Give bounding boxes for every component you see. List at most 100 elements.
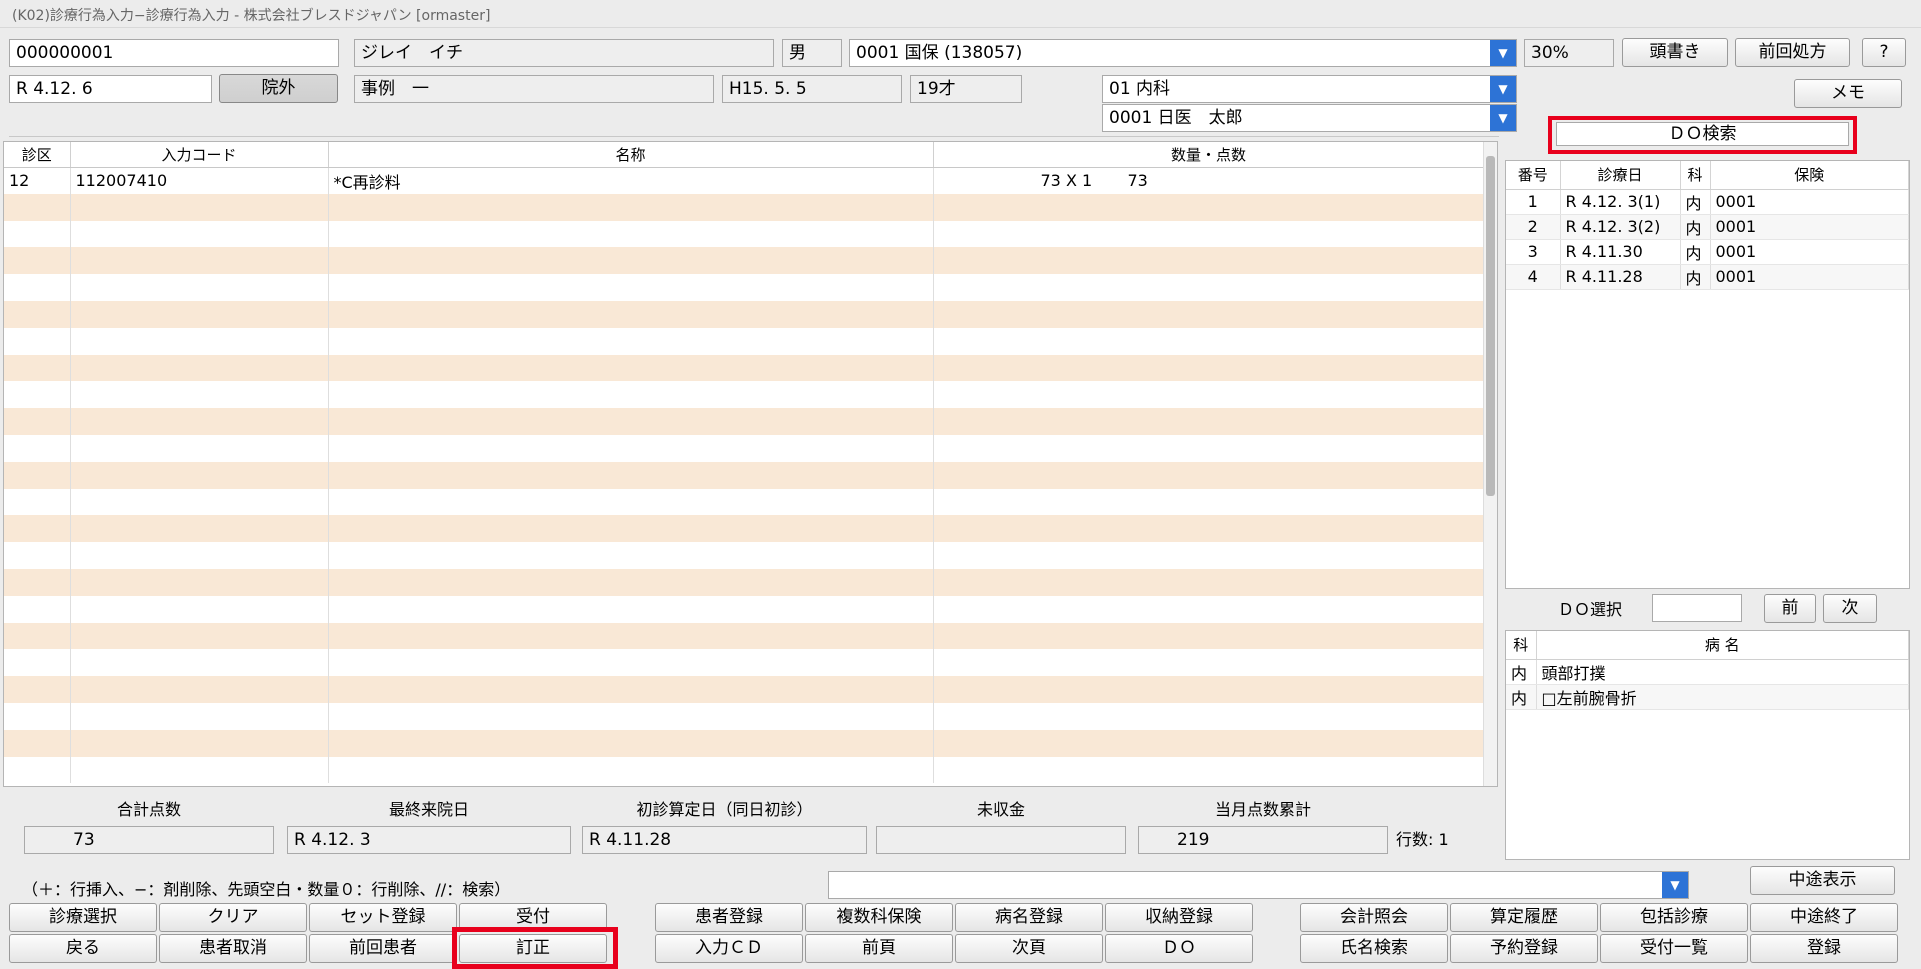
footer-btn-hokatsu-shinryo[interactable]: 包括診療 [1600, 903, 1748, 932]
footer-btn-byomei-touroku[interactable]: 病名登録 [955, 903, 1103, 932]
column-header: 番号 [1506, 161, 1561, 190]
footer-btn-kanja-torikeshi[interactable]: 患者取消 [159, 934, 307, 963]
column-header: 科 [1680, 161, 1711, 190]
row-hoken: 0001 [1710, 189, 1909, 215]
table-row[interactable]: 12 112007410 *C再診料 73 X 1 73 [4, 167, 1485, 194]
separator [9, 136, 1499, 137]
row-name[interactable]: *C再診料 [328, 167, 934, 194]
footer-btn-set-touroku[interactable]: セット登録 [309, 903, 457, 932]
doctor-value: 0001 日医 太郎 [1109, 108, 1243, 128]
row-qty-points[interactable]: 73 X 1 73 [933, 167, 1485, 194]
disease-table[interactable]: 科 病 名 内 頭部打撲 内 □左前腕骨折 [1505, 630, 1910, 860]
footer-btn-nyuryoku-cd[interactable]: 入力ＣＤ [655, 934, 803, 963]
window-title: (K02)診療行為入力−診療行為入力 - 株式会社ブレスドジャパン [ormas… [0, 0, 1921, 28]
do-search-field[interactable]: ＤＯ検索 [1556, 122, 1849, 146]
row-ka: 内 [1680, 239, 1711, 265]
footer-btn-uketsuke-ichiran[interactable]: 受付一覧 [1600, 934, 1748, 963]
footer-btn-yoyaku-touroku[interactable]: 予約登録 [1450, 934, 1598, 963]
footer-btn-kanja-touroku[interactable]: 患者登録 [655, 903, 803, 932]
footer-btn-shimei-kensaku[interactable]: 氏名検索 [1300, 934, 1448, 963]
outside-prescription-toggle[interactable]: 院外 [219, 74, 338, 103]
patient-sex: 男 [782, 39, 842, 67]
month-points-label: 当月点数累計 [1214, 800, 1311, 819]
row-date: R 4.11.28 [1560, 264, 1681, 290]
table-row[interactable]: 内 □左前腕骨折 [1506, 684, 1909, 710]
do-next-button[interactable]: 次 [1823, 594, 1877, 623]
row-ka: 内 [1680, 214, 1711, 240]
command-select[interactable]: ▼ [828, 871, 1689, 899]
table-row[interactable]: 3 R 4.11.30 内 0001 [1506, 239, 1909, 265]
footer-btn-touroku[interactable]: 登録 [1750, 934, 1898, 963]
column-header: 診区 [4, 142, 71, 168]
month-points-value: 219 [1138, 826, 1388, 854]
total-points-value: 73 [24, 826, 274, 854]
do-prev-button[interactable]: 前 [1764, 594, 1816, 623]
row-qty: 73 X 1 [1040, 171, 1093, 191]
footer-btn-kaikei-shokai[interactable]: 会計照会 [1300, 903, 1448, 932]
last-visit-value: R 4.12. 3 [287, 826, 571, 854]
footer-btn-next-page[interactable]: 次頁 [955, 934, 1103, 963]
table-row[interactable]: 1 R 4.12. 3(1) 内 0001 [1506, 189, 1909, 215]
scrollbar-thumb[interactable] [1486, 156, 1495, 496]
medical-act-grid[interactable]: 診区 入力コード 名称 数量・点数 12 112007410 *C再診料 73 … [3, 141, 1498, 787]
row-code[interactable]: 112007410 [70, 167, 329, 194]
footer-btn-do[interactable]: ＤＯ [1105, 934, 1253, 963]
chevron-down-icon[interactable]: ▼ [1662, 872, 1688, 898]
do-history-table[interactable]: 番号 診療日 科 保険 1 R 4.12. 3(1) 内 0001 2 R 4.… [1505, 160, 1910, 589]
column-header: 入力コード [70, 142, 329, 168]
patient-id-input[interactable]: 000000001 [9, 39, 339, 67]
patient-age: 19才 [910, 75, 1022, 103]
chevron-down-icon[interactable]: ▼ [1490, 76, 1516, 102]
footer-btn-shuno-touroku[interactable]: 収納登録 [1105, 903, 1253, 932]
footer-btn-santei-rireki[interactable]: 算定履歴 [1450, 903, 1598, 932]
row-no: 1 [1506, 189, 1561, 215]
row-no: 4 [1506, 264, 1561, 290]
footer-btn-back[interactable]: 戻る [9, 934, 157, 963]
help-button[interactable]: ? [1862, 38, 1906, 67]
department-select[interactable]: 01 内科 ▼ [1102, 75, 1517, 103]
footer-btn-shinryo-sentaku[interactable]: 診療選択 [9, 903, 157, 932]
midway-display-button[interactable]: 中途表示 [1750, 866, 1895, 895]
input-hint: （＋：行挿入、−：剤削除、先頭空白・数量０：行削除、//：検索） [22, 880, 511, 899]
footer-btn-clear[interactable]: クリア [159, 903, 307, 932]
previous-prescription-button[interactable]: 前回処方 [1735, 38, 1850, 67]
row-date: R 4.12. 3(2) [1560, 214, 1681, 240]
footer-btn-chuto-shuryo[interactable]: 中途終了 [1750, 903, 1898, 932]
column-header: 名称 [328, 142, 934, 168]
unpaid-label: 未収金 [976, 800, 1025, 819]
patient-kanji-name: 事例 一 [354, 75, 714, 103]
row-no: 3 [1506, 239, 1561, 265]
table-row[interactable]: 2 R 4.12. 3(2) 内 0001 [1506, 214, 1909, 240]
insurance-select[interactable]: 0001 国保 (138057) ▼ [849, 39, 1517, 67]
column-header: 科 [1506, 631, 1537, 660]
row-hoken: 0001 [1710, 239, 1909, 265]
footer-btn-prev-page[interactable]: 前頁 [805, 934, 953, 963]
unpaid-value [876, 826, 1126, 854]
do-select-input[interactable] [1652, 594, 1742, 622]
doctor-select[interactable]: 0001 日医 太郎 ▼ [1102, 104, 1517, 132]
row-no: 2 [1506, 214, 1561, 240]
row-ka: 内 [1506, 684, 1537, 710]
chevron-down-icon[interactable]: ▼ [1490, 105, 1516, 131]
row-hoken: 0001 [1710, 264, 1909, 290]
footer-btn-teisei[interactable]: 訂正 [459, 934, 607, 963]
chevron-down-icon[interactable]: ▼ [1490, 40, 1516, 66]
first-visit-label: 初診算定日（同日初診） [636, 800, 813, 819]
column-header: 保険 [1710, 161, 1909, 190]
table-row[interactable]: 4 R 4.11.28 内 0001 [1506, 264, 1909, 290]
last-visit-label: 最終来院日 [388, 800, 469, 819]
memo-button[interactable]: メモ [1794, 79, 1902, 108]
footer-btn-fukusuka-hoken[interactable]: 複数科保険 [805, 903, 953, 932]
grid-scrollbar[interactable] [1483, 142, 1497, 786]
row-ka: 内 [1680, 189, 1711, 215]
footer-btn-zenkai-kanja[interactable]: 前回患者 [309, 934, 457, 963]
row-kubun[interactable]: 12 [4, 167, 71, 194]
row-disease: 頭部打撲 [1536, 659, 1909, 685]
atamagaki-button[interactable]: 頭書き [1622, 38, 1728, 67]
table-row[interactable]: 内 頭部打撲 [1506, 659, 1909, 685]
row-date: R 4.12. 3(1) [1560, 189, 1681, 215]
row-points: 73 [1127, 171, 1148, 191]
patient-birthdate: H15. 5. 5 [722, 75, 902, 103]
column-header: 数量・点数 [933, 142, 1485, 168]
visit-date-input[interactable]: R 4.12. 6 [9, 75, 212, 103]
